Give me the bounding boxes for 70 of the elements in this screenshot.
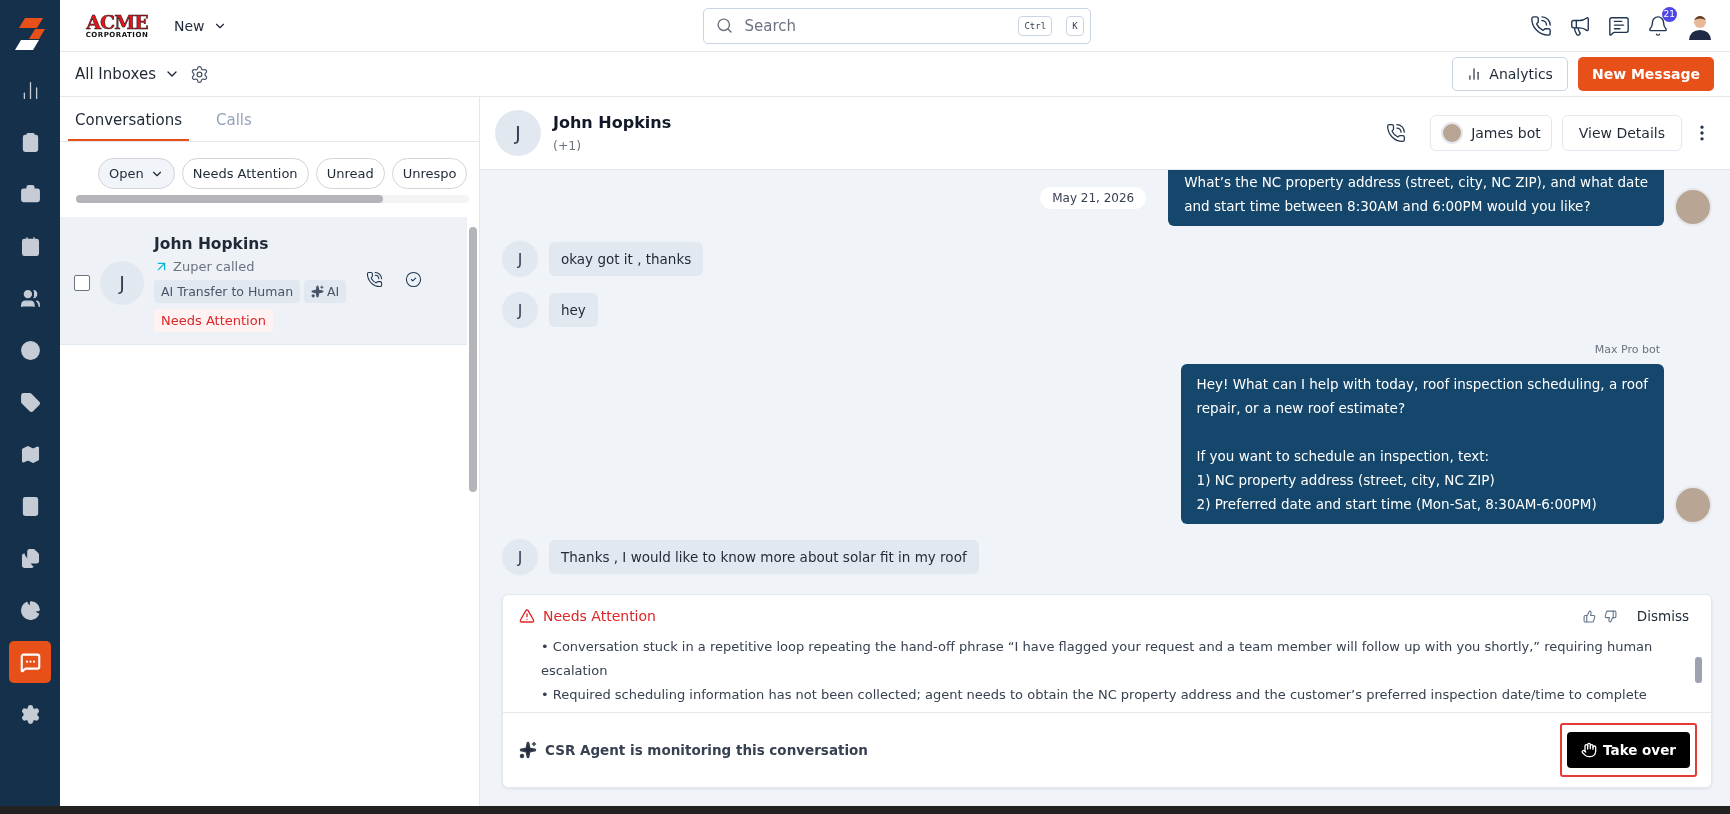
thumbs-down-icon[interactable] — [1603, 609, 1617, 623]
message-bubble: okay got it , thanks — [549, 242, 704, 276]
take-over-button[interactable]: Take over — [1567, 732, 1690, 768]
filter-chip[interactable]: Unrespo — [391, 158, 468, 189]
shortcut-key: K — [1066, 15, 1084, 36]
new-menu[interactable]: New — [168, 16, 233, 35]
sender-name: Max Pro bot — [1594, 343, 1660, 356]
photo-placeholder — [1674, 486, 1712, 524]
hand-icon — [1581, 742, 1598, 758]
checkbox[interactable] — [74, 275, 90, 291]
tag: AI Transfer to Human — [154, 280, 301, 303]
contact-avatar: J — [502, 539, 538, 575]
card-title: Needs Attention — [543, 608, 656, 624]
dismiss-button[interactable]: Dismiss — [1630, 607, 1695, 625]
megaphone-icon[interactable] — [1569, 14, 1591, 37]
thumbs-up-icon[interactable] — [1582, 609, 1596, 623]
sparkle-icon — [311, 285, 325, 298]
activity-text: Zuper called — [173, 259, 255, 274]
bar-chart-icon — [1467, 67, 1482, 81]
conversation-item[interactable]: J John Hopkins Zuper called AI Transfer to Human AI Needs Attention — [60, 217, 467, 345]
horizontal-scrollbar[interactable] — [76, 195, 469, 203]
search-field[interactable]: Search Ctrl K — [702, 7, 1091, 44]
sparkle-icon — [519, 741, 537, 759]
message-bubble: What’s the NC property address (street, city, NC ZIP), and what date and start time between 8:30AM and 6:00PM would you like? — [1168, 170, 1664, 226]
inbox-selector[interactable]: All Inboxes — [75, 65, 180, 83]
notification-count: 21 — [1661, 6, 1677, 22]
monitoring-text: CSR Agent is monitoring this conversation — [545, 742, 868, 758]
attention-point: • Conversation stuck in a repetitive loop repeating the hand-off phrase “I have flagged your request and a team member will follow up with you shortly,” requiring human escalation — [541, 638, 1654, 680]
contact-avatar: J — [502, 241, 538, 277]
people-icon — [19, 287, 41, 309]
contact-name: John Hopkins — [553, 113, 672, 132]
files-icon — [19, 547, 41, 569]
analytics-button[interactable]: Analytics — [1452, 57, 1568, 91]
contact-avatar: J — [100, 261, 144, 305]
sidebar-item[interactable] — [9, 641, 51, 683]
date-label: May 21, 2026 — [1040, 187, 1147, 209]
search-input[interactable]: Search — [742, 15, 1005, 36]
check-circle-icon[interactable] — [405, 271, 422, 288]
phone-chat-icon — [19, 651, 41, 673]
message-bubble: Hey! What can I help with today, roof inspection scheduling, a roof repair, or a new roof estimate? If you want to schedule an inspection, text: 1) NC property address (street, city, NC ZIP) 2) Preferred date and start time (Mon-Sat, 8:30AM-6:00PM) — [1180, 364, 1664, 524]
briefcase-icon — [19, 183, 41, 205]
chat-icon[interactable] — [1608, 14, 1630, 37]
contact-avatar: J — [502, 292, 538, 328]
message-bubble: Thanks , I would like to know more about solar fit in my roof — [549, 540, 979, 574]
contact-avatar: J — [495, 110, 541, 156]
message-bubble: hey — [549, 293, 598, 327]
filter-chip[interactable]: Unread — [315, 158, 385, 189]
new-message-button[interactable]: New Message — [1577, 57, 1714, 91]
agent-button[interactable]: James bot — [1430, 115, 1552, 151]
tag: AI — [304, 280, 347, 303]
phone-icon[interactable] — [1530, 14, 1552, 37]
filter-chip[interactable]: Open — [98, 158, 175, 189]
photo-placeholder — [1674, 188, 1712, 226]
filter-chip[interactable]: Needs Attention — [181, 158, 309, 189]
shortcut-key: Ctrl — [1018, 15, 1053, 36]
attention-point: • Required scheduling information has not been collected; agent needs to obtain the NC property address and the customer’s preferred inspection date/time to complete — [541, 686, 1648, 704]
tag-icon — [19, 391, 41, 413]
search-icon — [715, 17, 733, 34]
view-details-button[interactable]: View Details — [1561, 115, 1682, 151]
status-tag: Needs Attention — [154, 309, 273, 332]
calendar-icon — [19, 235, 41, 257]
map-icon — [19, 443, 41, 465]
phone-icon[interactable] — [366, 271, 383, 288]
phone-icon[interactable] — [1386, 123, 1407, 143]
tab[interactable]: Conversations — [68, 111, 189, 141]
pie-chart-icon — [19, 599, 41, 621]
phone-number: (+1) — [553, 138, 583, 153]
photo-placeholder — [1441, 122, 1464, 144]
contact-name: John Hopkins — [154, 235, 270, 253]
warning-icon — [519, 608, 535, 624]
